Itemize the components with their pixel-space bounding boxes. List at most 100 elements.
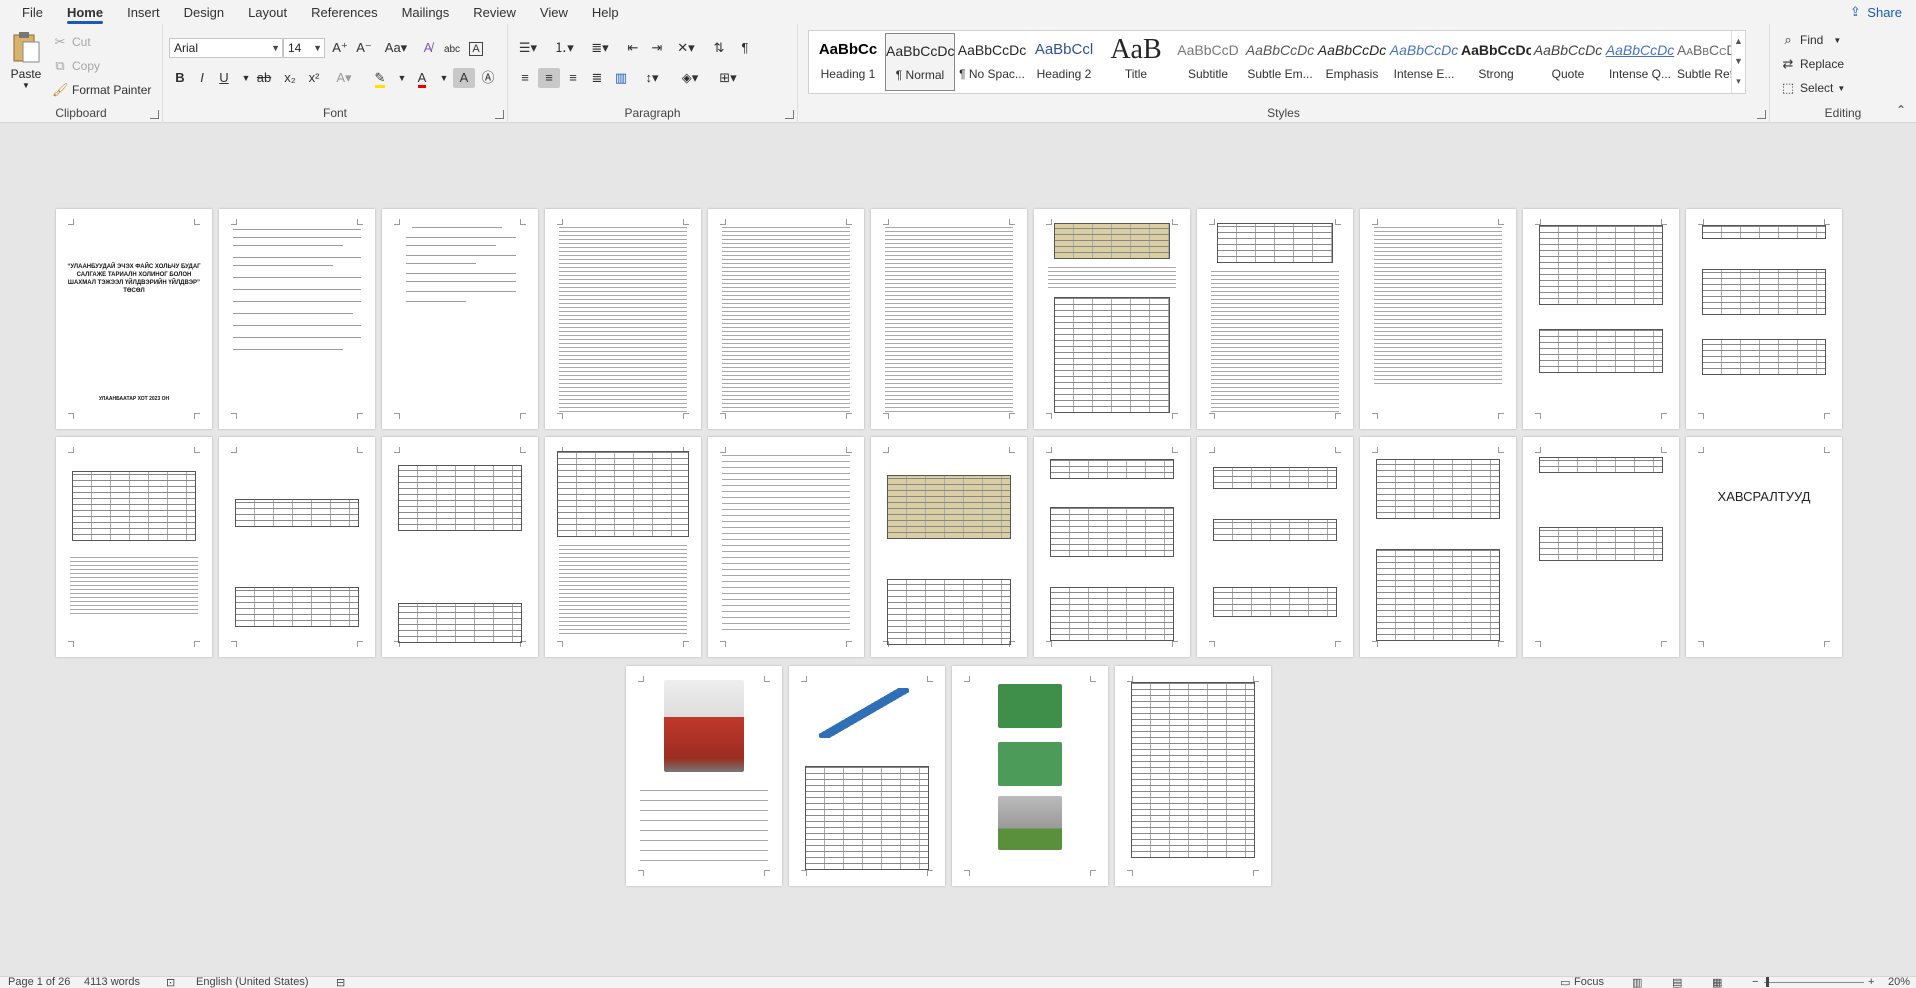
page-thumbnail[interactable] [708, 209, 864, 429]
clear-formatting-button[interactable]: A̸ [417, 38, 439, 58]
phonetic-guide-button[interactable]: abc [441, 38, 463, 58]
subscript-button[interactable]: x₂ [279, 68, 301, 88]
tab-file[interactable]: File [10, 2, 55, 24]
page-thumbnail[interactable] [1115, 666, 1271, 886]
distributed-button[interactable]: ▥ [610, 68, 632, 88]
style-strong[interactable]: AaBbCcDc Strong [1461, 33, 1531, 91]
style-intense-emphasis[interactable]: AaBbCcDc Intense E... [1389, 33, 1459, 91]
page-thumbnail[interactable] [789, 666, 945, 886]
focus-button[interactable]: Focus [1574, 976, 1604, 988]
page-thumbnail[interactable] [1034, 209, 1190, 429]
style-subtle-emphasis[interactable]: AaBbCcDc Subtle Em... [1245, 33, 1315, 91]
zoom-level[interactable]: 20% [1888, 976, 1910, 988]
increase-indent-button[interactable]: ⇥ [646, 38, 668, 58]
page-thumbnail[interactable] [56, 437, 212, 657]
format-painter-button[interactable]: 🖌 Format Painter [52, 80, 151, 100]
grow-font-button[interactable]: A⁺ [329, 38, 351, 58]
word-count[interactable]: 4113 words [84, 976, 140, 988]
page-thumbnail[interactable] [871, 209, 1027, 429]
page-thumbnail[interactable]: ХАВСРАЛТУУД [1686, 437, 1842, 657]
tab-layout[interactable]: Layout [236, 2, 299, 24]
borders-button[interactable]: ⊞▾ [714, 68, 742, 88]
page-thumbnail[interactable] [626, 666, 782, 886]
page-thumbnail[interactable] [952, 666, 1108, 886]
find-button[interactable]: ⌕ Find ▼ [1780, 30, 1841, 50]
document-area[interactable]: “УЛААНБУУДАЙ ЭЧЭХ ФАЙС ХОЛЬЧУ БУДАГ САЛГ… [0, 124, 1916, 976]
tab-insert[interactable]: Insert [115, 2, 172, 24]
replace-button[interactable]: ⇄ Replace [1780, 54, 1844, 74]
strikethrough-button[interactable]: ab [253, 68, 275, 88]
enclose-characters-button[interactable]: Ⓐ [477, 68, 499, 88]
character-shading-button[interactable]: A [453, 68, 475, 88]
tab-references[interactable]: References [299, 2, 389, 24]
font-size-combo[interactable]: 14 ▼ [283, 38, 325, 58]
print-layout-icon[interactable]: ▤ [1672, 976, 1682, 988]
shrink-font-button[interactable]: A⁻ [353, 38, 375, 58]
style-subtle-reference[interactable]: AaBbCcDD Subtle Ref... [1677, 33, 1731, 91]
more-styles-icon[interactable]: ▾ [1732, 71, 1745, 91]
page-thumbnail[interactable] [708, 437, 864, 657]
font-color-button[interactable]: A [411, 68, 433, 88]
font-launcher-icon[interactable] [495, 110, 504, 119]
page-thumbnail[interactable] [1523, 437, 1679, 657]
style-emphasis[interactable]: AaBbCcDc Emphasis [1317, 33, 1387, 91]
tab-mailings[interactable]: Mailings [390, 2, 462, 24]
change-case-button[interactable]: Aa▾ [381, 38, 411, 58]
style-no-spacing[interactable]: AaBbCcDc ¶ No Spac... [957, 33, 1027, 91]
text-effects-button[interactable]: A▾ [333, 68, 355, 88]
highlight-dropdown[interactable]: ▼ [391, 68, 413, 88]
decrease-indent-button[interactable]: ⇤ [622, 38, 644, 58]
style-heading-2[interactable]: AaBbCcl Heading 2 [1029, 33, 1099, 91]
style-heading-1[interactable]: AaBbCc Heading 1 [813, 33, 883, 91]
page-count[interactable]: Page 1 of 26 [8, 976, 70, 988]
page-thumbnail[interactable] [219, 437, 375, 657]
justify-button[interactable]: ≣ [586, 68, 608, 88]
tab-help[interactable]: Help [580, 2, 631, 24]
style-quote[interactable]: AaBbCcDc Quote [1533, 33, 1603, 91]
zoom-in-icon[interactable]: + [1868, 976, 1874, 988]
line-spacing-button[interactable]: ↕▾ [638, 68, 666, 88]
align-right-button[interactable]: ≡ [562, 68, 584, 88]
italic-button[interactable]: I [191, 68, 213, 88]
page-thumbnail[interactable]: “УЛААНБУУДАЙ ЭЧЭХ ФАЙС ХОЛЬЧУ БУДАГ САЛГ… [56, 209, 212, 429]
zoom-slider-thumb[interactable] [1766, 977, 1769, 987]
paragraph-launcher-icon[interactable] [785, 110, 794, 119]
page-thumbnail[interactable] [219, 209, 375, 429]
tab-home[interactable]: Home [55, 2, 115, 24]
multilevel-list-button[interactable]: ≣▾ [586, 38, 614, 58]
zoom-out-icon[interactable]: − [1752, 976, 1758, 988]
underline-button[interactable]: U [213, 68, 235, 88]
copy-button[interactable]: ⧉ Copy [52, 56, 100, 76]
chevron-down-icon[interactable]: ▼ [1732, 51, 1745, 71]
highlight-button[interactable]: ✎ [369, 68, 391, 88]
bold-button[interactable]: B [169, 68, 191, 88]
style-intense-quote[interactable]: AaBbCcDc Intense Q... [1605, 33, 1675, 91]
tab-design[interactable]: Design [172, 2, 236, 24]
page-thumbnail[interactable] [382, 209, 538, 429]
bullets-button[interactable]: ☰▾ [514, 38, 542, 58]
zoom-slider[interactable] [1764, 982, 1864, 983]
align-center-button[interactable]: ≡ [538, 68, 560, 88]
read-mode-icon[interactable]: ▥ [1632, 976, 1642, 988]
tab-review[interactable]: Review [461, 2, 528, 24]
page-thumbnail[interactable] [1197, 209, 1353, 429]
page-thumbnail[interactable] [1360, 209, 1516, 429]
page-thumbnail[interactable] [1034, 437, 1190, 657]
character-border-button[interactable]: A [465, 38, 487, 58]
page-thumbnail[interactable] [1360, 437, 1516, 657]
numbering-button[interactable]: ⒈▾ [550, 38, 578, 58]
select-button[interactable]: ⬚ Select ▼ [1780, 78, 1845, 98]
web-layout-icon[interactable]: ▦ [1712, 976, 1722, 988]
font-color-dropdown[interactable]: ▼ [433, 68, 455, 88]
tab-view[interactable]: View [528, 2, 580, 24]
page-thumbnail[interactable] [1523, 209, 1679, 429]
paste-button[interactable]: Paste ▼ [6, 30, 46, 100]
style-subtitle[interactable]: AaBbCcD Subtitle [1173, 33, 1243, 91]
page-thumbnail[interactable] [545, 437, 701, 657]
font-name-combo[interactable]: Arial ▼ [169, 38, 283, 58]
cut-button[interactable]: ✂ Cut [52, 32, 91, 52]
sort-button[interactable]: ⇅ [708, 38, 730, 58]
page-thumbnail[interactable] [1197, 437, 1353, 657]
language-status[interactable]: English (United States) [196, 976, 309, 988]
align-left-button[interactable]: ≡ [514, 68, 536, 88]
